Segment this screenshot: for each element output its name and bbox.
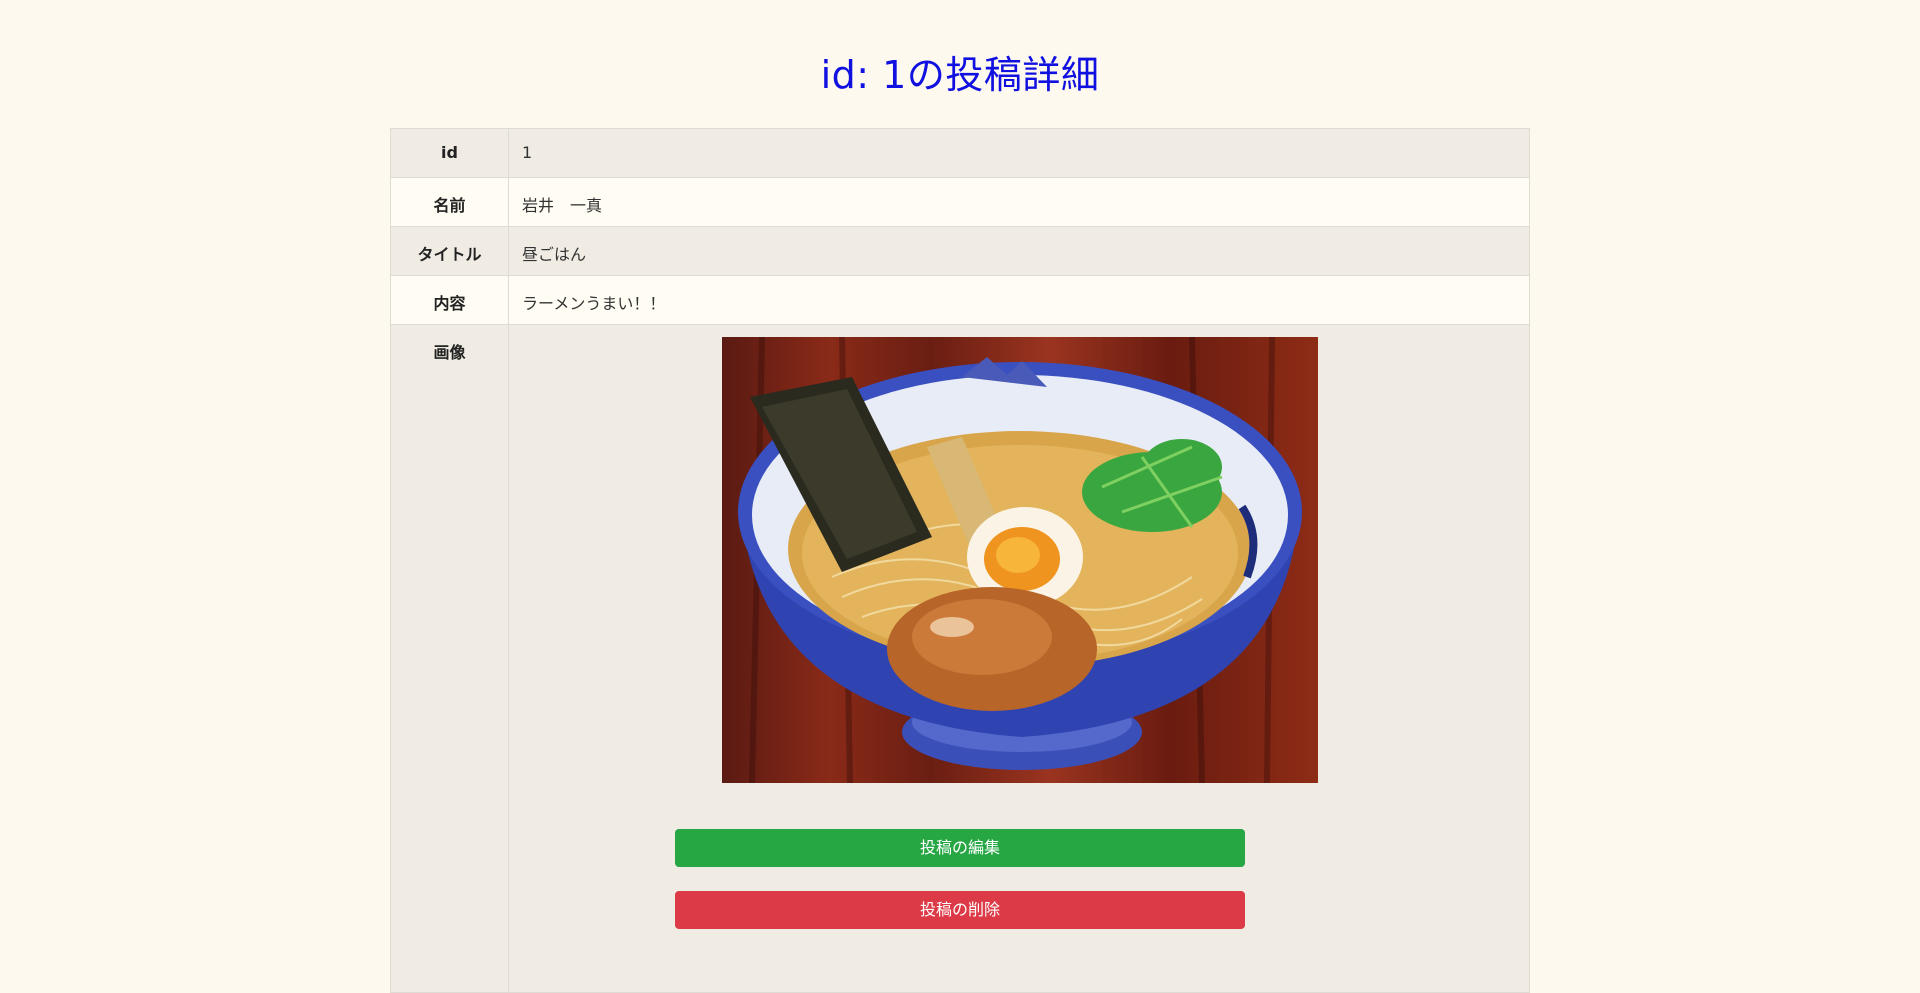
- row-label-title: タイトル: [390, 226, 509, 276]
- row-value-name: 岩井 一真: [508, 177, 1530, 227]
- row-value-content: ラーメンうまい！！: [508, 275, 1530, 325]
- row-label-content: 内容: [390, 275, 509, 325]
- delete-post-button[interactable]: 投稿の削除: [675, 891, 1245, 929]
- row-label-id: id: [390, 128, 509, 178]
- table-row: 名前 岩井 一真: [390, 177, 1530, 227]
- row-value-id: 1: [508, 128, 1530, 178]
- table-row: id 1: [390, 128, 1530, 178]
- edit-post-button[interactable]: 投稿の編集: [675, 829, 1245, 867]
- page-title: id: 1の投稿詳細: [820, 53, 1100, 97]
- ramen-bowl-illustration: [737, 337, 1302, 783]
- row-label-name: 名前: [390, 177, 509, 227]
- table-row: タイトル 昼ごはん: [390, 226, 1530, 276]
- row-label-image: 画像: [390, 324, 509, 993]
- ramen-photo: [721, 337, 1318, 783]
- row-value-title: 昼ごはん: [508, 226, 1530, 276]
- table-row: 内容 ラーメンうまい！！: [390, 275, 1530, 325]
